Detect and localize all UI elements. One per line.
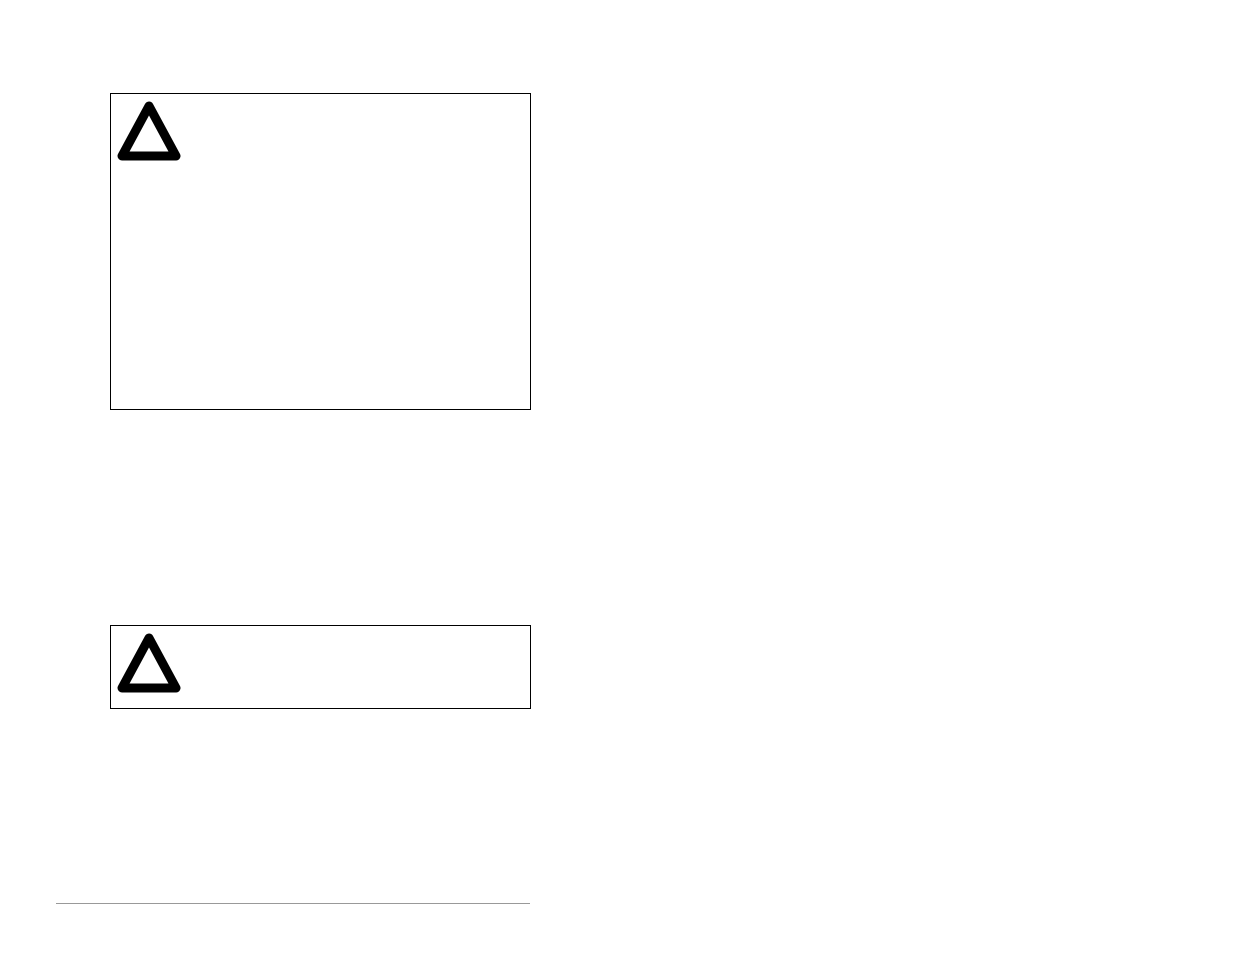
triangle-icon: [114, 632, 184, 698]
divider: [56, 903, 530, 904]
panel-1: [110, 93, 531, 410]
triangle-icon: [114, 100, 184, 166]
panel-2: [110, 625, 531, 709]
